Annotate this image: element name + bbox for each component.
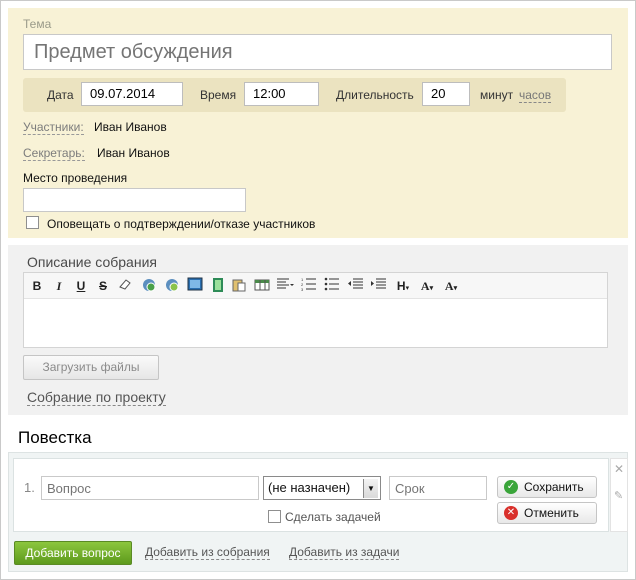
pencil-icon[interactable]: ✎ (614, 489, 623, 502)
time-label: Время (200, 88, 237, 102)
cancel-label: Отменить (524, 506, 579, 520)
editor-toolbar: B I U S 1 2 3 H▾ A▾ A▾ (24, 273, 607, 299)
paste-icon[interactable] (230, 277, 248, 295)
cancel-icon: ✕ (504, 506, 518, 520)
add-from-task-link[interactable]: Добавить из задачи (289, 545, 400, 560)
font-color-icon[interactable]: A▾ (440, 277, 462, 295)
save-label: Сохранить (524, 480, 584, 494)
description-title: Описание собрания (27, 254, 157, 270)
time-input[interactable]: 12:00 (244, 82, 319, 106)
place-input[interactable] (23, 188, 246, 212)
save-button[interactable]: ✓ Сохранить (497, 476, 597, 498)
duration-label: Длительность (336, 88, 414, 102)
strikethrough-icon[interactable]: S (94, 277, 112, 295)
topic-input[interactable] (23, 34, 612, 70)
check-icon: ✓ (504, 480, 518, 494)
deadline-input[interactable] (389, 476, 487, 500)
agenda-section: 1. (не назначен) ▼ Сделать задачей ✓ Сох… (8, 452, 628, 572)
link-icon[interactable] (140, 277, 158, 295)
meeting-main-section: Тема Дата 09.07.2014 Время 12:00 Длитель… (8, 8, 628, 238)
cancel-button[interactable]: ✕ Отменить (497, 502, 597, 524)
agenda-title: Повестка (18, 428, 92, 447)
notify-label: Оповещать о подтверждении/отказе участни… (47, 217, 316, 231)
unordered-list-icon[interactable] (323, 277, 341, 295)
heading-icon[interactable]: H▾ (392, 277, 414, 295)
place-label: Место проведения (23, 171, 128, 185)
agenda-item: 1. (не назначен) ▼ Сделать задачей ✓ Сох… (13, 458, 609, 532)
responsible-select[interactable]: (не назначен) ▼ (263, 476, 381, 500)
participants-label[interactable]: Участники: (23, 120, 84, 135)
secretary-value: Иван Иванов (97, 146, 170, 160)
question-input[interactable] (41, 476, 259, 500)
indent-icon[interactable] (369, 277, 387, 295)
agenda-item-number: 1. (24, 480, 35, 495)
font-size-icon[interactable]: A▾ (416, 277, 438, 295)
project-meeting-link[interactable]: Собрание по проекту (27, 389, 166, 406)
svg-text:3: 3 (301, 287, 304, 291)
unlink-icon[interactable] (163, 277, 181, 295)
ordered-list-icon[interactable]: 123 (300, 277, 318, 295)
datetime-bar: Дата 09.07.2014 Время 12:00 Длительность… (23, 78, 566, 112)
responsible-value: (не назначен) (268, 480, 351, 495)
description-editor[interactable]: B I U S 1 2 3 H▾ A▾ A▾ (23, 272, 608, 348)
image-icon[interactable] (186, 277, 204, 295)
date-input[interactable]: 09.07.2014 (81, 82, 183, 106)
chevron-down-icon[interactable]: ▼ (363, 479, 378, 498)
eraser-icon[interactable] (116, 277, 134, 295)
secretary-label[interactable]: Секретарь: (23, 146, 85, 161)
close-icon[interactable]: ✕ (614, 462, 624, 476)
align-icon[interactable] (276, 277, 294, 295)
table-icon[interactable] (253, 277, 271, 295)
outdent-icon[interactable] (346, 277, 364, 295)
topic-label: Тема (23, 17, 52, 31)
notify-checkbox[interactable] (26, 216, 39, 229)
upload-files-button[interactable]: Загрузить файлы (23, 355, 159, 380)
duration-unit-minutes[interactable]: минут (480, 88, 513, 102)
participants-value: Иван Иванов (94, 120, 167, 134)
item-side-actions: ✕ ✎ (610, 458, 628, 532)
date-label: Дата (47, 88, 74, 102)
duration-input[interactable]: 20 (422, 82, 470, 106)
video-icon[interactable] (209, 277, 227, 295)
italic-icon[interactable]: I (50, 277, 68, 295)
description-section: Описание собрания B I U S 1 2 3 H▾ A▾ A▾… (8, 245, 628, 415)
make-task-checkbox[interactable] (268, 510, 281, 523)
make-task-label: Сделать задачей (285, 510, 381, 524)
bold-icon[interactable]: B (28, 277, 46, 295)
underline-icon[interactable]: U (72, 277, 90, 295)
duration-unit-hours[interactable]: часов (519, 88, 552, 103)
add-from-meeting-link[interactable]: Добавить из собрания (145, 545, 270, 560)
add-question-button[interactable]: Добавить вопрос (14, 541, 132, 565)
